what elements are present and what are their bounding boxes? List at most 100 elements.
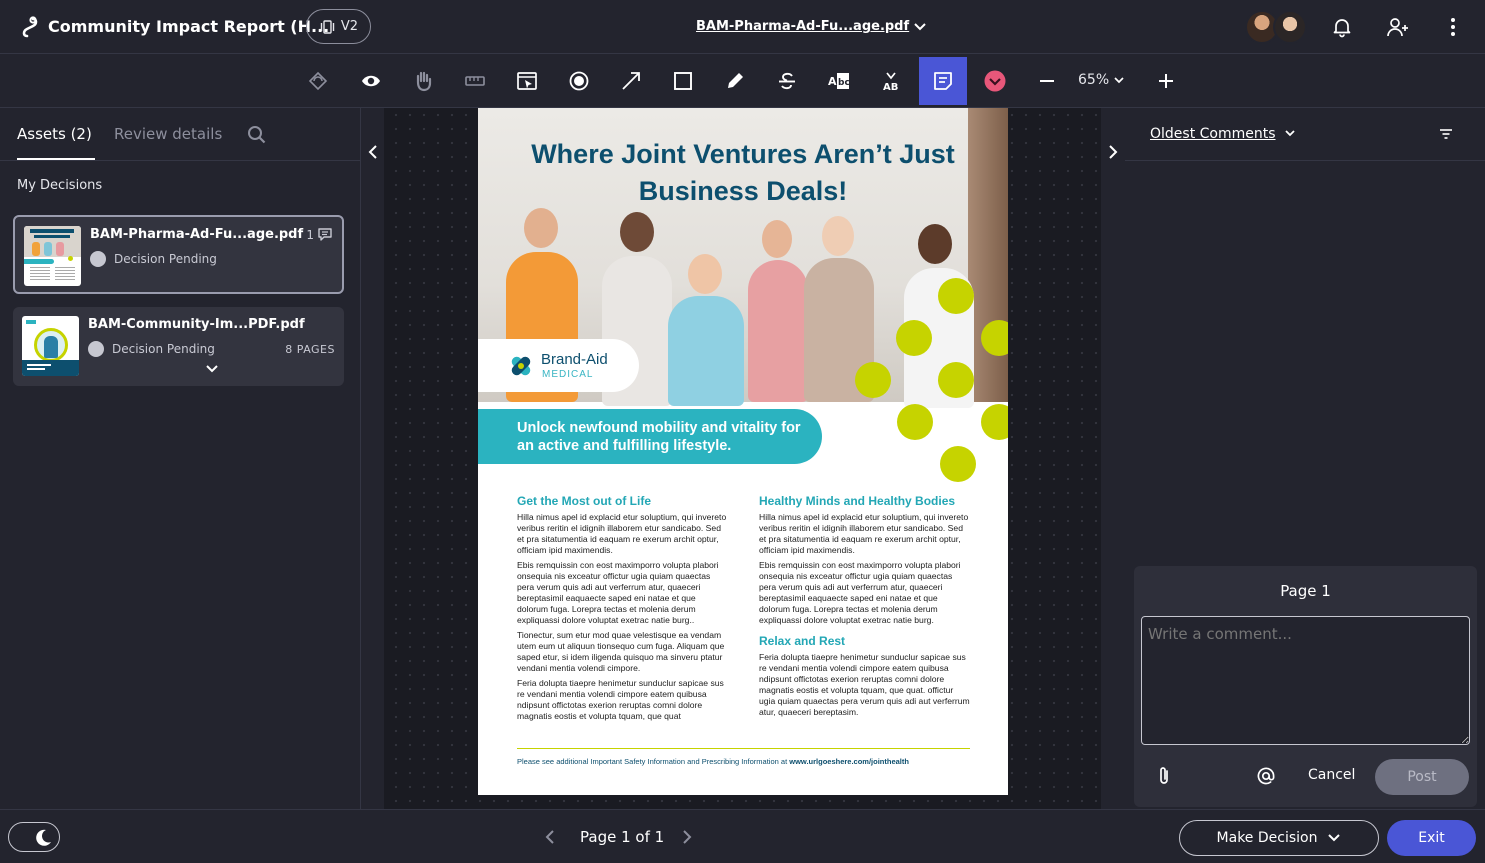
tool-comment[interactable] — [919, 57, 967, 105]
document-canvas[interactable]: Where Joint Ventures Aren’t Just Busines… — [361, 108, 1125, 809]
svg-text:AB: AB — [883, 82, 898, 92]
note-icon — [934, 72, 952, 90]
sort-comments-select[interactable]: Oldest Comments — [1150, 126, 1276, 142]
paperclip-icon[interactable] — [1156, 765, 1172, 787]
document-column-right: Healthy Minds and Healthy Bodies Hilla n… — [759, 494, 971, 722]
bell-icon[interactable] — [1331, 16, 1353, 38]
tool-pan[interactable] — [399, 54, 447, 108]
decor-dot — [938, 362, 974, 398]
avatar[interactable] — [1273, 10, 1307, 44]
comment-composer: Page 1 Cancel Post — [1134, 566, 1477, 807]
mention-icon[interactable] — [1256, 766, 1276, 786]
asset-name: BAM-Community-Im...PDF.pdf — [88, 317, 305, 332]
target-icon — [569, 71, 589, 91]
theme-toggle[interactable] — [8, 822, 60, 852]
search-icon[interactable] — [247, 125, 266, 144]
zoom-out-button[interactable] — [1023, 54, 1071, 108]
add-user-icon[interactable] — [1386, 16, 1410, 38]
zoom-level-select[interactable]: 65% — [1078, 72, 1125, 88]
insert-text-icon: AB — [883, 72, 898, 92]
brand-subtitle: MEDICAL — [542, 369, 594, 380]
bottom-bar: Page 1 of 1 Make Decision Exit — [0, 809, 1485, 863]
chevron-down-icon[interactable] — [912, 20, 928, 34]
tool-arrow[interactable] — [607, 54, 655, 108]
svg-text:A: A — [828, 75, 837, 88]
active-tab-indicator — [17, 158, 95, 160]
tool-measure[interactable] — [451, 54, 499, 108]
tool-color[interactable] — [971, 54, 1019, 108]
brand-logo: Brand-Aid MEDICAL — [478, 339, 639, 392]
rectangle-icon — [674, 72, 692, 90]
more-vertical-icon[interactable] — [1444, 16, 1462, 38]
tool-rectangle[interactable] — [659, 54, 707, 108]
svg-text:bc: bc — [838, 78, 850, 88]
strikethrough-icon — [779, 72, 795, 90]
version-selector[interactable]: V2 — [306, 9, 371, 44]
collapse-left-panel-button[interactable] — [361, 108, 384, 809]
select-area-icon — [517, 72, 537, 90]
minus-icon — [1040, 80, 1054, 82]
asset-thumbnail — [24, 226, 81, 286]
chevron-right-icon[interactable] — [680, 828, 694, 846]
tool-select-area[interactable] — [503, 54, 551, 108]
moon-icon — [36, 829, 51, 846]
project-title[interactable]: Community Impact Report (H... — [48, 17, 329, 36]
chevron-left-icon — [368, 145, 377, 159]
tool-insert-text[interactable]: AB — [867, 54, 915, 108]
document-footer: Please see additional Important Safety I… — [517, 757, 977, 766]
decor-dot — [897, 404, 933, 440]
decor-dot — [940, 446, 976, 482]
document-page[interactable]: Where Joint Ventures Aren’t Just Busines… — [478, 108, 1008, 795]
column-paragraph: Ebis remquissin con eost maximporro volu… — [759, 560, 961, 625]
compare-icon — [308, 71, 328, 91]
make-decision-button[interactable]: Make Decision — [1179, 820, 1379, 856]
asset-card[interactable]: BAM-Community-Im...PDF.pdf Decision Pend… — [13, 307, 344, 386]
column-paragraph: Hilla nimus apel id explacid etur solupt… — [759, 512, 969, 555]
column-paragraph: Ebis remquissin con eost maximporro volu… — [517, 560, 719, 625]
tool-pin[interactable] — [555, 54, 603, 108]
column-heading: Relax and Rest — [759, 634, 846, 648]
tool-strikethrough[interactable] — [763, 54, 811, 108]
tagline-text: Unlock newfound mobility and vitality fo… — [517, 420, 801, 454]
footer-text: Please see additional Important Safety I… — [517, 757, 790, 766]
comment-input[interactable] — [1141, 616, 1470, 745]
brand-name: Brand-Aid — [541, 351, 608, 368]
zoom-in-button[interactable] — [1142, 54, 1190, 108]
column-paragraph: Feria dolupta tiaepre henimetur sunduclu… — [517, 678, 724, 721]
cancel-button[interactable]: Cancel — [1308, 767, 1355, 783]
column-paragraph: Hilla nimus apel id explacid etur solupt… — [517, 512, 727, 555]
tool-view[interactable] — [347, 54, 395, 108]
chevron-left-icon[interactable] — [543, 828, 557, 846]
app-logo-icon[interactable] — [20, 16, 40, 38]
photo-curtain — [968, 108, 1008, 402]
collapse-right-panel-button[interactable] — [1101, 108, 1125, 809]
top-bar: Community Impact Report (H... V2 BAM-Pha… — [0, 0, 1485, 54]
asset-card[interactable]: BAM-Pharma-Ad-Fu...age.pdf Decision Pend… — [13, 215, 344, 294]
composer-page-label: Page 1 — [1280, 582, 1331, 600]
collaborator-avatars[interactable] — [1245, 10, 1307, 44]
decor-dot — [981, 404, 1008, 440]
file-title[interactable]: BAM-Pharma-Ad-Fu...age.pdf — [696, 19, 909, 34]
tab-assets[interactable]: Assets (2) — [17, 125, 92, 143]
tool-draw[interactable] — [711, 54, 759, 108]
asset-status: Decision Pending — [88, 341, 215, 357]
exit-button[interactable]: Exit — [1387, 820, 1476, 856]
ruler-icon — [465, 76, 485, 86]
page-indicator: Page 1 of 1 — [580, 828, 665, 846]
chevron-down-icon[interactable] — [204, 363, 220, 375]
comment-count: 1 — [306, 227, 333, 242]
chevron-down-icon[interactable] — [1283, 128, 1297, 140]
asset-thumbnail — [22, 316, 79, 376]
document-headline: Where Joint Ventures Aren’t Just Busines… — [531, 139, 955, 206]
pencil-icon — [728, 73, 743, 88]
filter-icon[interactable] — [1438, 128, 1454, 140]
tab-review-details[interactable]: Review details — [114, 125, 222, 143]
asset-status: Decision Pending — [90, 251, 217, 267]
post-button[interactable]: Post — [1375, 759, 1469, 795]
make-decision-label: Make Decision — [1216, 830, 1318, 846]
comment-icon — [318, 228, 332, 241]
tool-compare[interactable] — [294, 54, 342, 108]
decor-dot — [855, 362, 891, 398]
tool-replace-text[interactable]: A bc — [815, 54, 863, 108]
status-label: Decision Pending — [114, 252, 217, 266]
